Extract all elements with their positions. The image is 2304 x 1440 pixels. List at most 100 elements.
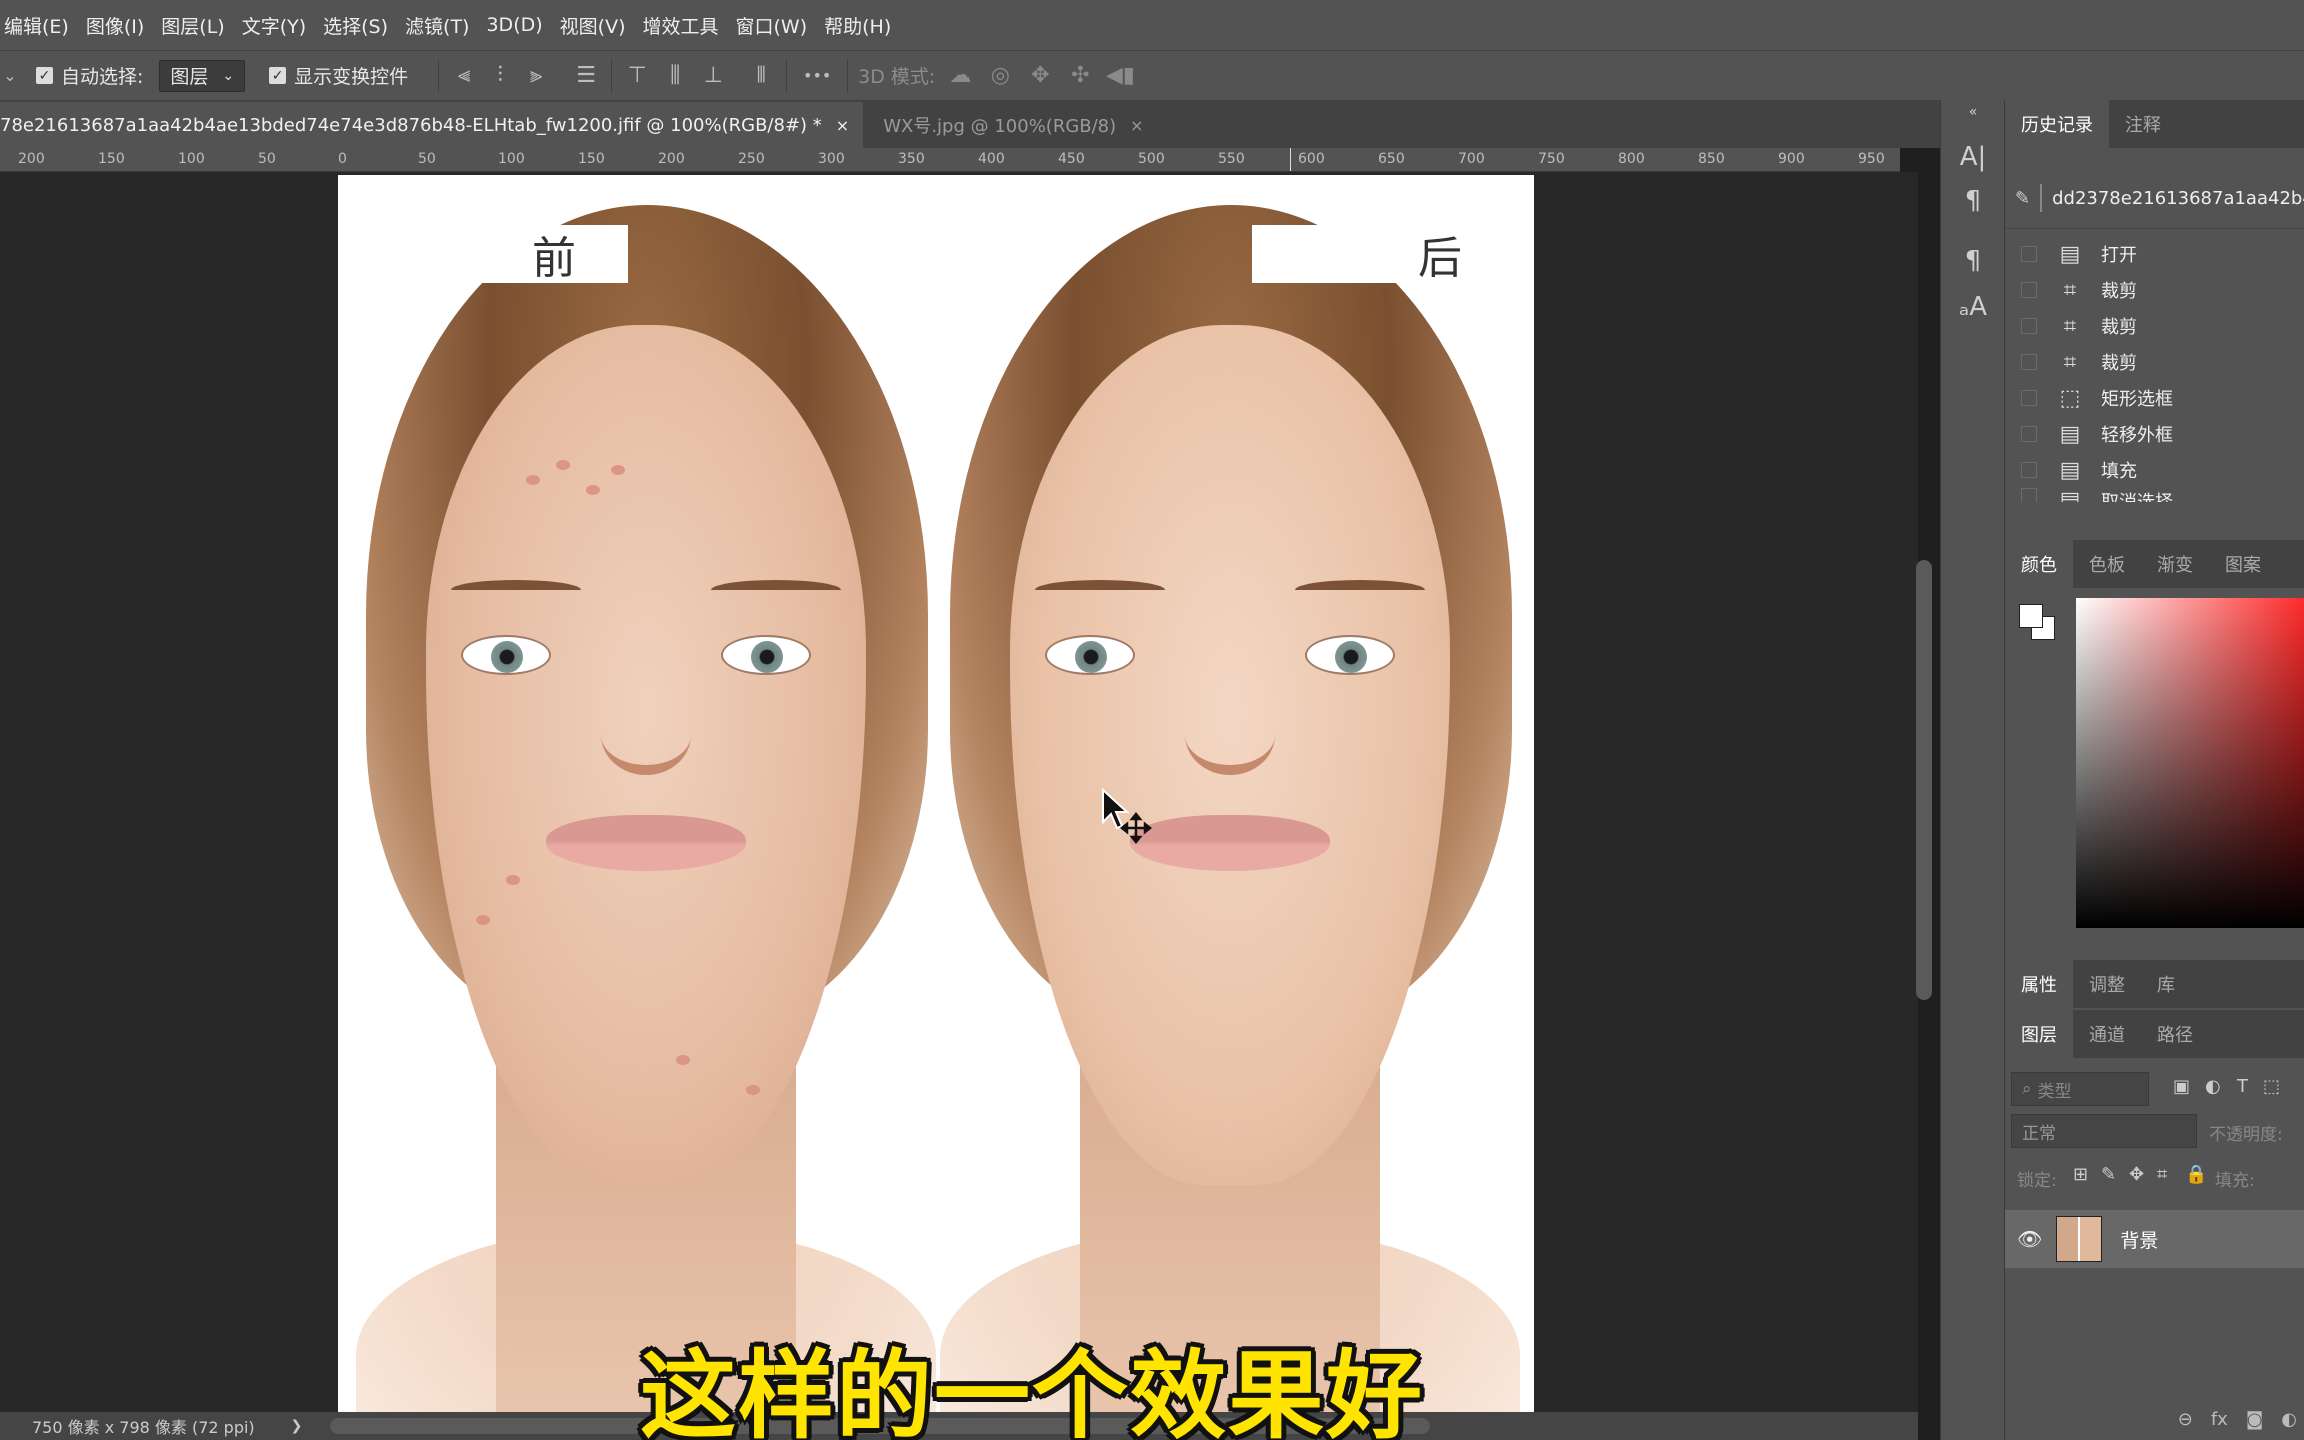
visibility-eye-icon[interactable]: 👁 (2017, 1227, 2042, 1251)
type-layer-filter-icon[interactable]: T (2237, 1076, 2248, 1097)
scale-3d-icon[interactable]: ◀▮ (1105, 61, 1135, 91)
menu-plugins[interactable]: 增效工具 (638, 12, 731, 39)
tab-color[interactable]: 颜色 (2005, 540, 2073, 588)
history-step[interactable]: ▤ 轻移外框 (2005, 416, 2304, 452)
show-transform-checkbox[interactable]: ✓ (269, 67, 287, 84)
character-styles-icon[interactable]: ₐA (1957, 292, 1989, 324)
crop-icon: ⌗ (2063, 350, 2077, 375)
menu-help[interactable]: 帮助(H) (820, 12, 904, 39)
collapse-panels-icon[interactable]: « (1957, 104, 1989, 136)
show-transform-toggle[interactable]: ✓ 显示变换控件 (269, 62, 408, 89)
tab-channels[interactable]: 通道 (2073, 1021, 2141, 1047)
horizontal-ruler[interactable]: 200 150 100 50 0 50 100 150 200 250 300 … (0, 148, 1900, 172)
tab-libraries[interactable]: 库 (2141, 971, 2191, 997)
align-left-icon[interactable]: ⫷ (449, 61, 479, 91)
brush-source-icon[interactable]: ✎ (2015, 188, 2030, 209)
history-step[interactable]: ▤ 打开 (2005, 236, 2304, 272)
vertical-scrollbar[interactable] (1916, 560, 1932, 1000)
auto-select-target-dropdown[interactable]: 图层 ⌄ (159, 59, 246, 92)
history-snapshot[interactable]: ✎ dd2378e21613687a1aa42b4 (2005, 180, 2304, 216)
auto-select-label: 自动选择: (61, 66, 144, 88)
menu-filter[interactable]: 滤镜(T) (401, 12, 482, 39)
menu-3d[interactable]: 3D(D) (482, 14, 555, 36)
fx-icon[interactable]: fx (2211, 1409, 2228, 1430)
lock-artboard-icon[interactable]: ⌗ (2157, 1164, 2167, 1185)
mode-3d-label: 3D 模式: (858, 66, 936, 88)
menu-layer[interactable]: 图层(L) (157, 12, 237, 39)
history-step[interactable]: ⌗ 裁剪 (2005, 344, 2304, 380)
orbit-3d-icon[interactable]: ☁ (945, 61, 975, 91)
search-icon: ⌕ (2022, 1079, 2032, 1099)
chevron-down-icon: ⌄ (222, 67, 235, 84)
lock-all-icon[interactable]: 🔒 (2185, 1164, 2207, 1185)
drag-3d-icon[interactable]: ✥ (1025, 61, 1055, 91)
paragraph-styles-icon[interactable]: ¶ (1957, 246, 1989, 278)
menu-type[interactable]: 文字(Y) (238, 12, 319, 39)
auto-select-target-value: 图层 (170, 66, 209, 88)
roll-3d-icon[interactable]: ◎ (985, 61, 1015, 91)
layer-filter-dropdown[interactable]: ⌕ 类型 (2011, 1072, 2149, 1106)
tab-document-2[interactable]: WX号.jpg @ 100%(RGB/8) × (869, 102, 1157, 148)
character-icon[interactable]: A| (1957, 142, 1989, 174)
tab-document-1[interactable]: 78e21613687a1aa42b4ae13bded74e74e3d876b4… (0, 102, 864, 148)
ruler-label: 500 (1138, 151, 1165, 167)
color-picker-field[interactable] (2076, 598, 2304, 928)
tool-preset-chevron-icon[interactable]: ⌄ (0, 61, 20, 91)
link-layers-icon[interactable]: ⊖ (2178, 1409, 2193, 1430)
blend-mode-dropdown[interactable]: 正常 (2011, 1114, 2197, 1148)
menu-edit[interactable]: 编辑(E) (0, 12, 82, 39)
distribute-icon[interactable]: ☰ (571, 61, 601, 91)
distribute-v-icon[interactable]: ⦀ (746, 61, 776, 91)
paragraph-icon[interactable]: ¶ (1957, 186, 1989, 218)
tab-gradients[interactable]: 渐变 (2141, 551, 2209, 577)
menu-window[interactable]: 窗口(W) (732, 12, 821, 39)
menu-view[interactable]: 视图(V) (556, 12, 639, 39)
history-step[interactable]: ⬚ 矩形选框 (2005, 380, 2304, 416)
slide-3d-icon[interactable]: ✣ (1065, 61, 1095, 91)
tab-properties[interactable]: 属性 (2005, 960, 2073, 1008)
lock-position-icon[interactable]: ✥ (2129, 1164, 2144, 1185)
lock-transparent-icon[interactable]: ⊞ (2073, 1164, 2088, 1185)
tab-history[interactable]: 历史记录 (2005, 100, 2109, 148)
pixel-layer-filter-icon[interactable]: ▣ (2173, 1076, 2190, 1097)
menu-select[interactable]: 选择(S) (319, 12, 401, 39)
ruler-label: 550 (1218, 151, 1245, 167)
shape-layer-filter-icon[interactable]: ⬚ (2263, 1076, 2280, 1097)
tab-layers[interactable]: 图层 (2005, 1010, 2073, 1058)
align-bottom-icon[interactable]: ⊥ (698, 61, 728, 91)
history-step[interactable]: ⌗ 裁剪 (2005, 272, 2304, 308)
tab-patterns[interactable]: 图案 (2209, 551, 2277, 577)
align-right-icon[interactable]: ⫸ (521, 61, 551, 91)
before-photo (356, 175, 936, 1412)
tab-swatches[interactable]: 色板 (2073, 551, 2141, 577)
align-middle-v-icon[interactable]: ⫼ (660, 61, 690, 91)
document-icon: ▤ (2059, 422, 2081, 447)
history-step[interactable]: ⌗ 裁剪 (2005, 308, 2304, 344)
auto-select-toggle[interactable]: ✓ 自动选择: (36, 62, 143, 89)
close-icon[interactable]: × (836, 116, 849, 135)
add-mask-icon[interactable]: ◙ (2246, 1409, 2263, 1430)
close-icon[interactable]: × (1130, 116, 1143, 135)
align-top-icon[interactable]: ⊤ (622, 61, 652, 91)
history-step-label: 裁剪 (2101, 317, 2137, 338)
divider (847, 59, 849, 92)
tab-adjustments[interactable]: 调整 (2073, 971, 2141, 997)
menu-image[interactable]: 图像(I) (82, 12, 157, 39)
tab-notes[interactable]: 注释 (2109, 111, 2177, 137)
before-label: 前 (532, 233, 576, 284)
tab-paths[interactable]: 路径 (2141, 1021, 2209, 1047)
status-menu-chevron-icon[interactable]: ❯ (291, 1418, 303, 1434)
fg-bg-color-swatch[interactable] (2019, 604, 2055, 640)
document-image[interactable]: 前 后 (338, 175, 1534, 1412)
history-step[interactable]: ▤ 取消选择 (2005, 488, 2304, 502)
video-subtitle: 这样的一个效果好 (640, 1340, 1424, 1440)
auto-select-checkbox[interactable]: ✓ (36, 67, 53, 84)
new-adjustment-icon[interactable]: ◐ (2281, 1409, 2297, 1430)
lock-paint-icon[interactable]: ✎ (2101, 1164, 2116, 1185)
color-panel-tabs: 颜色 色板 渐变 图案 (2005, 540, 2304, 588)
layer-row-background[interactable]: 👁 背景 (2005, 1210, 2304, 1268)
align-center-h-icon[interactable]: ⫶ (485, 61, 515, 91)
more-options-icon[interactable]: ••• (797, 61, 837, 91)
adjustment-layer-filter-icon[interactable]: ◐ (2205, 1076, 2221, 1097)
history-step[interactable]: ▤ 填充 (2005, 452, 2304, 488)
